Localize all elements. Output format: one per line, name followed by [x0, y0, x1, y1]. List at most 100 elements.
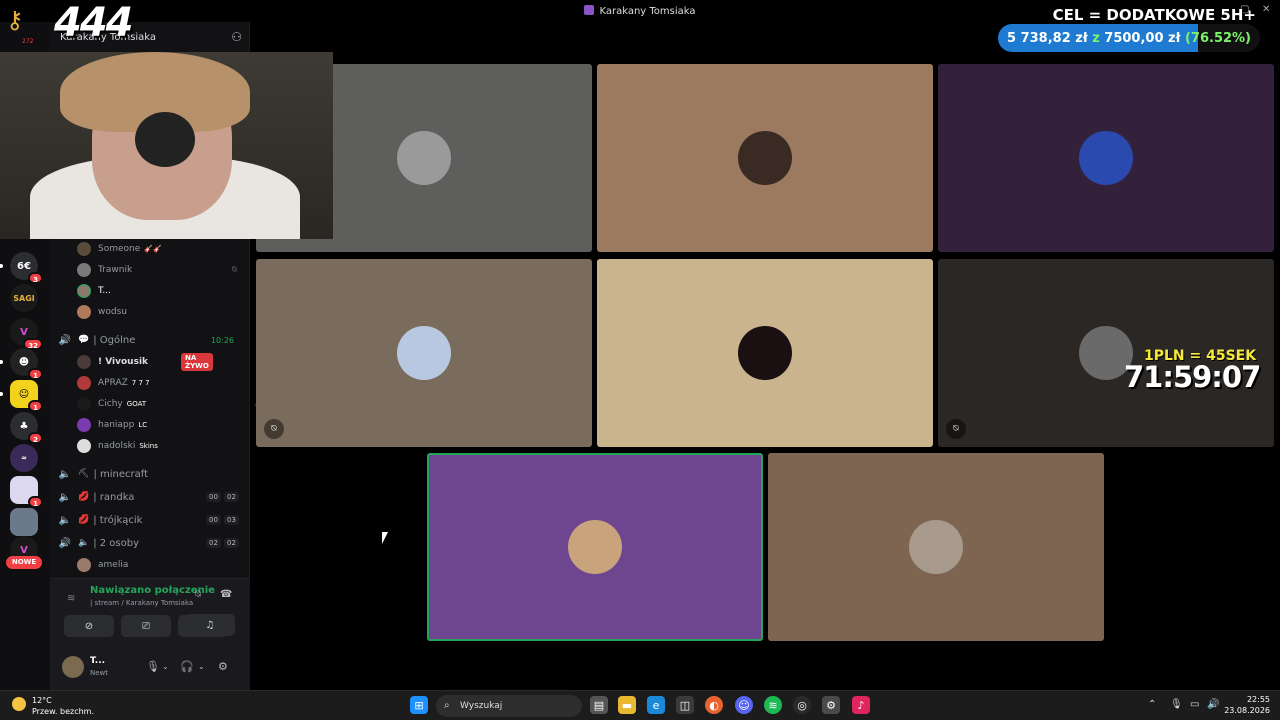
- noise-suppression-icon[interactable]: ⍉: [195, 589, 201, 600]
- chevron-up-icon[interactable]: ⌃: [1148, 699, 1156, 710]
- file-explorer-icon[interactable]: ▬: [618, 696, 636, 714]
- camera-button[interactable]: ⊘: [64, 615, 114, 637]
- user-tag: Skins: [139, 442, 158, 450]
- discord-app-icon: [584, 5, 595, 15]
- avatar: [77, 263, 91, 277]
- network-icon[interactable]: ▭: [1190, 699, 1199, 710]
- user-limit: 02: [224, 538, 239, 548]
- self-status: Newt: [90, 669, 109, 677]
- participant-avatar: [738, 326, 792, 380]
- live-badge: NA ŻYWO: [181, 353, 213, 371]
- voice-user[interactable]: T...: [77, 282, 111, 300]
- avatar: [77, 397, 91, 411]
- store-icon[interactable]: ◫: [676, 696, 694, 714]
- firefox-icon[interactable]: ◐: [705, 696, 723, 714]
- avatar: [77, 242, 91, 256]
- server-icon-5[interactable]: ☺ 1: [10, 380, 43, 412]
- server-icon-7[interactable]: ≈: [10, 444, 38, 472]
- video-tile[interactable]: [597, 64, 933, 252]
- microphone-icon[interactable]: 🎙: [146, 660, 160, 673]
- voice-user[interactable]: haniapp LC: [77, 416, 147, 434]
- avatar: [77, 439, 91, 453]
- voice-channel[interactable]: 🔈 💋 | trójkącik 00 03: [58, 510, 242, 530]
- voice-channel[interactable]: 🔊 🔈 | 2 osoby 02 02: [58, 533, 242, 553]
- weather-temp: 12°C: [32, 696, 52, 705]
- channel-emoji: 💋: [78, 492, 90, 502]
- server-icon-9[interactable]: [10, 508, 38, 536]
- server-badge: 3: [28, 272, 43, 284]
- tiktok-icon[interactable]: ♪: [852, 696, 870, 714]
- voice-user[interactable]: Trawnik ⍉: [77, 261, 237, 279]
- channel-name: | randka: [93, 491, 135, 503]
- participant-avatar: [568, 520, 622, 574]
- channel-emoji: 💬: [78, 335, 90, 345]
- new-servers-badge[interactable]: NOWE: [6, 556, 42, 569]
- voice-user[interactable]: amelia: [77, 556, 128, 574]
- user-name: ! Vivousik: [98, 357, 149, 367]
- donation-goal: CEL = DODATKOWE 5H+ 5 738,82 zł z 7500,0…: [996, 4, 1266, 52]
- search-box[interactable]: ⌕ Wyszukaj: [436, 695, 582, 717]
- speaker-icon: 🔊: [58, 334, 72, 346]
- voice-channel-ogolne[interactable]: 🔊 💬 | Ogólne 10:26: [58, 330, 242, 350]
- server-icon-2[interactable]: SAGI: [10, 284, 38, 312]
- server-icon-8[interactable]: 1: [10, 476, 43, 508]
- user-name: T...: [98, 286, 112, 296]
- goal-separator: z: [1092, 31, 1100, 46]
- avatar: [77, 355, 91, 369]
- voice-channel[interactable]: 🔈 ⛏ | minecraft: [58, 464, 242, 484]
- settings-gear-icon[interactable]: ⚙: [218, 660, 228, 673]
- muted-icon: ⍉: [232, 265, 237, 274]
- settings-icon[interactable]: ⚙: [822, 696, 840, 714]
- participant-avatar: [397, 326, 451, 380]
- server-icon-1[interactable]: 6€ 3: [10, 252, 43, 284]
- screen-share-button[interactable]: ⎚: [121, 615, 171, 637]
- connection-channel[interactable]: | stream / Karakany Tomsiaka: [90, 599, 193, 607]
- video-tile[interactable]: [597, 259, 933, 447]
- spotify-icon[interactable]: ≋: [764, 696, 782, 714]
- unread-pill: [0, 264, 3, 268]
- mic-muted-icon: ⍉: [264, 419, 284, 439]
- user-count: 00: [206, 515, 221, 525]
- server-icon-6[interactable]: ♣ 2: [10, 412, 43, 444]
- volume-icon[interactable]: 🔊: [1207, 699, 1219, 710]
- channel-name: | trójkącik: [93, 514, 143, 526]
- video-tile[interactable]: [768, 453, 1104, 641]
- disconnect-icon[interactable]: ☎: [220, 589, 232, 600]
- participant-avatar: [397, 131, 451, 185]
- user-panel: T... Newt 🎙 ⌄ 🎧 ⌄ ⚙: [50, 648, 250, 690]
- user-tag: 7 7 7: [131, 379, 150, 387]
- headphones-icon[interactable]: 🎧: [180, 660, 194, 673]
- avatar[interactable]: [62, 656, 84, 678]
- server-icon-4[interactable]: ☻ 1: [10, 348, 43, 380]
- system-clock[interactable]: 22:55 23.08.2026: [1222, 694, 1270, 716]
- voice-user[interactable]: wodsu: [77, 303, 127, 321]
- voice-channel[interactable]: 🔈 💋 | randka 00 02: [58, 487, 242, 507]
- voice-user[interactable]: Someone 🎸🎸: [77, 240, 162, 258]
- key-counter-overlay: ⚷ 444 272: [2, 0, 162, 48]
- timer-clock: 71:59:07: [1124, 360, 1261, 394]
- voice-user[interactable]: ! Vivousik NA ŻYWO ◉: [77, 353, 264, 371]
- video-tile[interactable]: ⍉: [256, 259, 592, 447]
- voice-user[interactable]: nadolski Skins: [77, 437, 158, 455]
- invite-icon[interactable]: ⚇: [231, 30, 242, 44]
- edge-icon[interactable]: e: [647, 696, 665, 714]
- mic-tray-icon[interactable]: 🎙: [1170, 699, 1183, 710]
- video-tile[interactable]: [427, 453, 763, 641]
- chevron-down-icon[interactable]: ⌄: [198, 662, 205, 671]
- voice-user[interactable]: CichyGOAT ▭: [77, 395, 263, 413]
- server-icon-3[interactable]: V 32: [10, 318, 43, 350]
- obs-icon[interactable]: ◎: [793, 696, 811, 714]
- video-tile[interactable]: [938, 64, 1274, 252]
- user-name: nadolski: [98, 441, 136, 451]
- discord-icon[interactable]: ☺: [735, 696, 753, 714]
- soundboard-button[interactable]: ♫: [185, 614, 235, 636]
- small-count: 272: [22, 38, 34, 45]
- start-icon[interactable]: ⊞: [410, 696, 428, 714]
- key-icon: ⚷: [6, 6, 24, 34]
- chevron-down-icon[interactable]: ⌄: [162, 662, 169, 671]
- task-view-icon[interactable]: ▤: [590, 696, 608, 714]
- user-count: 02: [206, 538, 221, 548]
- avatar: [77, 284, 91, 298]
- streamer-webcam: [0, 52, 333, 239]
- voice-user[interactable]: APRAZ 7 7 7: [77, 374, 150, 392]
